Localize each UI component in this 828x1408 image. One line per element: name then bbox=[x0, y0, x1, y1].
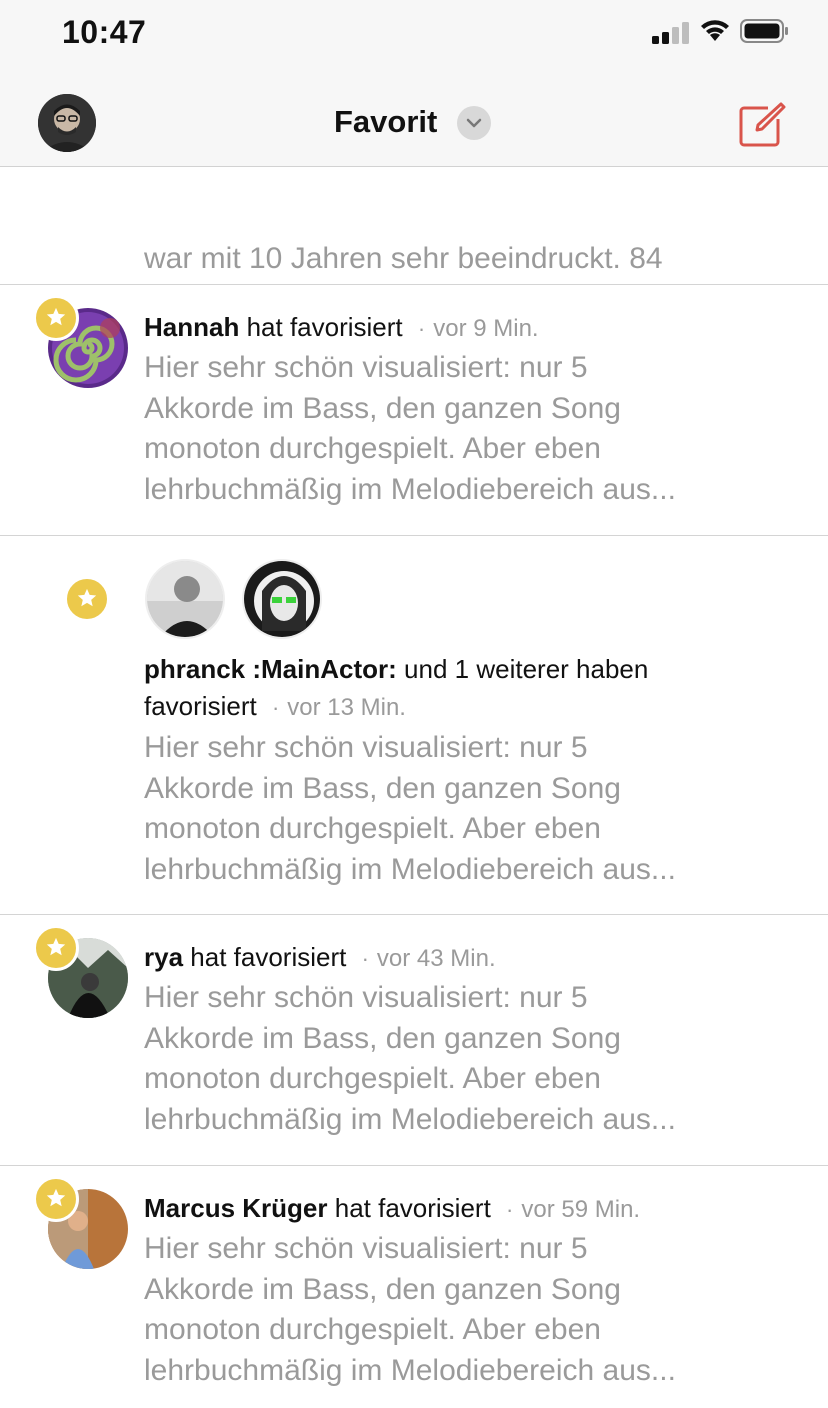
notification-heading: Marcus Krüger hat favorisiert · vor 59 Mi… bbox=[144, 1190, 788, 1228]
notification-heading: rya hat favorisiert · vor 43 Min. bbox=[144, 939, 788, 977]
post-excerpt: Hier sehr schön visualisiert: nur 5 Akko… bbox=[144, 731, 676, 886]
profile-avatar[interactable] bbox=[38, 94, 96, 152]
list-item[interactable]: Marcus Krüger hat favorisiert · vor 59 Mi… bbox=[0, 1166, 828, 1408]
compose-icon[interactable] bbox=[738, 102, 786, 148]
timestamp: vor 59 Min. bbox=[521, 1196, 641, 1223]
user-name[interactable]: Hannah bbox=[144, 312, 239, 342]
list-item[interactable]: rya hat favorisiert · vor 43 Min. Hier se… bbox=[0, 915, 828, 1166]
action-text: und 1 weiterer haben bbox=[404, 654, 649, 684]
user-name[interactable]: rya bbox=[144, 942, 183, 972]
action-text-continued: favorisiert bbox=[144, 691, 257, 721]
action-text: hat favorisiert bbox=[190, 942, 347, 972]
separator: · bbox=[506, 1197, 514, 1222]
notifications-feed: war mit 10 Jahren sehr beeindruckt. 84 n… bbox=[0, 167, 828, 1408]
list-item[interactable]: war mit 10 Jahren sehr beeindruckt. 84 n… bbox=[0, 167, 828, 285]
list-item[interactable]: Hannah hat favorisiert · vor 9 Min. Hier … bbox=[0, 285, 828, 536]
action-text: hat favorisiert bbox=[246, 312, 403, 342]
avatar[interactable] bbox=[145, 559, 225, 639]
user-name[interactable]: phranck :MainActor: bbox=[144, 654, 397, 684]
post-excerpt: war mit 10 Jahren sehr beeindruckt. 84 n… bbox=[144, 242, 698, 284]
separator: · bbox=[361, 946, 369, 971]
list-item[interactable]: phranck :MainActor: und 1 weiterer haben… bbox=[0, 536, 828, 915]
post-excerpt: Hier sehr schön visualisiert: nur 5 Akko… bbox=[144, 1232, 676, 1387]
battery-icon bbox=[740, 19, 788, 43]
status-time: 10:47 bbox=[62, 14, 147, 50]
separator: · bbox=[417, 316, 426, 341]
chevron-down-icon[interactable] bbox=[457, 106, 491, 140]
post-excerpt: Hier sehr schön visualisiert: nur 5 Akko… bbox=[144, 981, 676, 1136]
post-excerpt: Hier sehr schön visualisiert: nur 5 Akko… bbox=[144, 351, 676, 506]
star-icon bbox=[33, 295, 79, 341]
notification-heading: phranck :MainActor: und 1 weiterer haben… bbox=[144, 651, 788, 726]
status-bar: 10:47 bbox=[0, 0, 828, 70]
wifi-icon bbox=[701, 20, 729, 41]
timestamp: vor 43 Min. bbox=[376, 945, 496, 972]
user-name[interactable]: Marcus Krüger bbox=[144, 1193, 328, 1223]
star-icon bbox=[64, 576, 110, 622]
notification-heading: Hannah hat favorisiert · vor 9 Min. bbox=[144, 309, 788, 347]
timestamp: vor 9 Min. bbox=[433, 315, 539, 342]
avatar[interactable] bbox=[242, 559, 322, 639]
star-icon bbox=[33, 1176, 79, 1222]
timestamp: vor 13 Min. bbox=[287, 694, 406, 721]
navigation-bar: Favorit bbox=[0, 70, 828, 167]
star-icon bbox=[33, 925, 79, 971]
page-title[interactable]: Favorit bbox=[334, 104, 437, 140]
action-text: hat favorisiert bbox=[334, 1193, 491, 1223]
cellular-signal-icon bbox=[652, 22, 692, 44]
separator: · bbox=[271, 695, 280, 720]
